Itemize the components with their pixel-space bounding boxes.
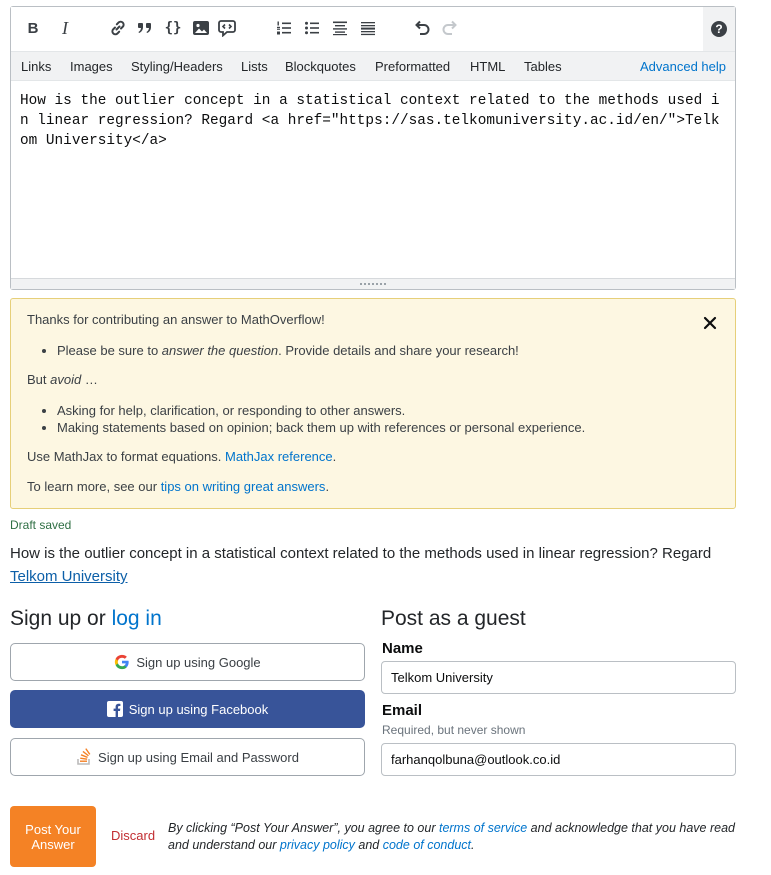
email-hint: Required, but never shown — [382, 723, 526, 737]
discard-button[interactable]: Discard — [111, 828, 155, 843]
signup-heading-text: Sign up or — [10, 607, 112, 630]
contribution-notice: Thanks for contributing an answer to Mat… — [10, 298, 736, 509]
code-button[interactable]: {} — [162, 17, 184, 39]
undo-icon — [415, 20, 430, 35]
tab-links[interactable]: Links — [21, 59, 51, 74]
writing-tips-link[interactable]: tips on writing great answers — [161, 479, 326, 494]
mathjax-text: . — [332, 449, 337, 464]
horizontal-rule-button[interactable] — [357, 17, 379, 39]
name-field[interactable]: Telkom University — [381, 661, 736, 694]
notice-bullet: Making statements based on opinion; back… — [57, 419, 585, 436]
notice-mathjax: Use MathJax to format equations. MathJax… — [27, 449, 336, 464]
preview-link[interactable]: Telkom University — [10, 568, 128, 585]
answer-editor: B I {} ? Links Images Styling/Headers Li… — [10, 6, 736, 290]
learn-text: . — [325, 479, 330, 494]
post-answer-label: Post Your Answer — [25, 821, 81, 852]
mathjax-reference-link[interactable]: MathJax reference — [225, 449, 333, 464]
undo-button[interactable] — [411, 17, 433, 39]
help-icon: ? — [711, 21, 727, 37]
italic-button[interactable]: I — [54, 17, 76, 39]
legal-text: . — [471, 838, 475, 852]
notice-but-avoid: But avoid … — [27, 372, 98, 387]
bullet-emphasis: answer the question — [161, 343, 279, 358]
tab-html[interactable]: HTML — [470, 59, 505, 74]
legal-notice: By clicking “Post Your Answer”, you agre… — [168, 820, 748, 854]
ordered-list-button[interactable] — [273, 17, 295, 39]
login-link[interactable]: log in — [112, 607, 162, 630]
but-text: But — [27, 372, 51, 387]
snippet-icon — [218, 20, 236, 37]
heading-icon — [333, 21, 347, 36]
answer-textarea[interactable]: How is the outlier concept in a statisti… — [11, 82, 735, 278]
ordered-list-icon — [277, 21, 291, 35]
bold-button[interactable]: B — [22, 17, 44, 39]
editor-toolbar: B I {} ? — [11, 7, 735, 51]
grip-dots-icon — [359, 282, 387, 286]
notice-bullet: Asking for help, clarification, or respo… — [57, 402, 585, 419]
facebook-signup-label: Sign up using Facebook — [128, 701, 269, 717]
terms-of-service-link[interactable]: terms of service — [439, 821, 527, 835]
tab-images[interactable]: Images — [70, 59, 113, 74]
notice-do-list: Please be sure to answer the question. P… — [11, 342, 519, 359]
guest-heading: Post as a guest — [381, 607, 526, 630]
mathjax-text: Use MathJax to format equations. — [27, 449, 225, 464]
legal-text: By clicking “Post Your Answer”, you agre… — [168, 821, 439, 835]
email-signup-button[interactable]: Sign up using Email and Password — [10, 738, 365, 776]
notice-intro: Thanks for contributing an answer to Mat… — [27, 312, 325, 327]
google-icon — [114, 654, 130, 670]
google-signup-label: Sign up using Google — [136, 654, 261, 670]
facebook-icon — [106, 701, 123, 717]
notice-bullet: Please be sure to answer the question. P… — [57, 342, 519, 359]
privacy-policy-link[interactable]: privacy policy — [280, 838, 355, 852]
google-signup-button[interactable]: Sign up using Google — [10, 643, 365, 681]
bulleted-list-icon — [305, 21, 319, 35]
heading-button[interactable] — [329, 17, 351, 39]
post-answer-button[interactable]: Post Your Answer — [10, 806, 96, 867]
italic-icon: I — [62, 17, 68, 38]
editor-help-tabs: Links Images Styling/Headers Lists Block… — [11, 51, 735, 81]
name-label: Name — [382, 640, 423, 657]
snippet-button[interactable] — [216, 17, 238, 39]
redo-icon — [442, 20, 457, 35]
bulleted-list-button[interactable] — [301, 17, 323, 39]
image-icon — [193, 21, 209, 35]
learn-text: To learn more, see our — [27, 479, 161, 494]
stackexchange-icon — [76, 748, 92, 766]
signup-heading: Sign up or log in — [10, 607, 162, 631]
tab-blockquotes[interactable]: Blockquotes — [285, 59, 356, 74]
help-button[interactable]: ? — [703, 7, 735, 51]
email-signup-label: Sign up using Email and Password — [98, 749, 299, 765]
bold-icon: B — [27, 19, 39, 37]
resize-grip[interactable] — [11, 278, 735, 289]
image-button[interactable] — [190, 17, 212, 39]
tab-preformatted[interactable]: Preformatted — [375, 59, 450, 74]
advanced-help-link[interactable]: Advanced help — [640, 59, 726, 74]
blockquote-icon — [138, 23, 151, 33]
answer-preview: How is the outlier concept in a statisti… — [10, 542, 750, 588]
svg-text:?: ? — [715, 22, 722, 36]
tab-tables[interactable]: Tables — [524, 59, 562, 74]
bullet-text: . Provide details and share your researc… — [278, 343, 519, 358]
notice-avoid-list: Asking for help, clarification, or respo… — [11, 402, 585, 436]
tab-styling-headers[interactable]: Styling/Headers — [131, 59, 223, 74]
email-label: Email — [382, 702, 423, 719]
code-of-conduct-link[interactable]: code of conduct — [383, 838, 471, 852]
horizontal-rule-icon — [361, 22, 375, 36]
redo-button[interactable] — [439, 17, 461, 39]
preview-text: How is the outlier concept in a statisti… — [10, 545, 712, 562]
notice-learn-more: To learn more, see our tips on writing g… — [27, 479, 329, 494]
facebook-signup-button[interactable]: Sign up using Facebook — [10, 690, 365, 728]
link-button[interactable] — [107, 17, 129, 39]
legal-text: and — [354, 838, 383, 852]
close-icon[interactable] — [703, 316, 717, 330]
ellipsis-text: … — [81, 372, 98, 387]
link-icon — [111, 20, 125, 36]
blockquote-button[interactable] — [134, 17, 156, 39]
code-icon: {} — [164, 20, 182, 36]
draft-status: Draft saved — [10, 518, 72, 532]
avoid-text: avoid — [50, 372, 82, 387]
bullet-text: Please be sure to — [57, 343, 162, 358]
tab-lists[interactable]: Lists — [241, 59, 268, 74]
email-field[interactable]: farhanqolbuna@outlook.co.id — [381, 743, 736, 776]
